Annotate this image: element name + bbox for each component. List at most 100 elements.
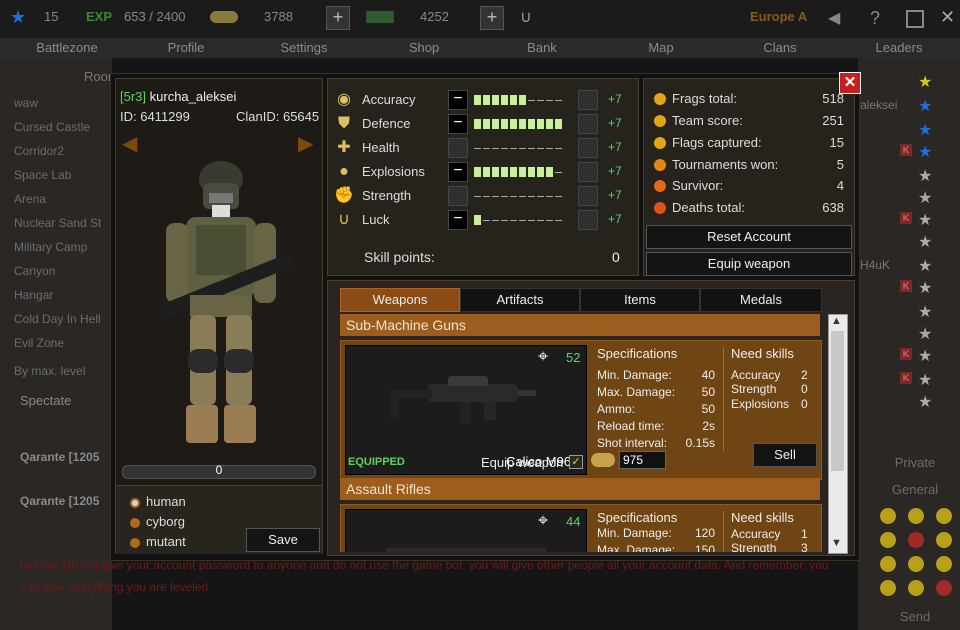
smiley-icon[interactable]: [880, 508, 896, 524]
weapon-card: ⌖ 52 EQUIPPED Calico M960 Specifications: [340, 340, 822, 480]
next-skin-arrow-icon[interactable]: ▶: [298, 131, 313, 156]
profile-modal: [5r3] kurcha_aleksei ID: 6411299 ClanID:…: [110, 72, 861, 561]
general-chat-tab[interactable]: General: [872, 482, 958, 497]
map-item[interactable]: Canyon: [14, 264, 55, 278]
save-button[interactable]: Save: [246, 528, 320, 552]
smiley-icon[interactable]: [880, 556, 896, 572]
equip-checkbox[interactable]: ✓: [569, 455, 583, 469]
close-button[interactable]: ✕: [839, 72, 861, 94]
smiley-icon[interactable]: [908, 532, 924, 548]
character-panel: [5r3] kurcha_aleksei ID: 6411299 ClanID:…: [115, 78, 323, 554]
star-icon: ★: [918, 144, 933, 161]
map-item[interactable]: Cursed Castle: [14, 120, 90, 134]
smiley-icon[interactable]: [880, 532, 896, 548]
tab-artifacts[interactable]: Artifacts: [460, 288, 580, 312]
scroll-thumb[interactable]: [831, 331, 844, 471]
smiley-icon[interactable]: [908, 580, 924, 596]
scroll-down-icon[interactable]: ▼: [831, 537, 842, 549]
sort-label[interactable]: By max. level: [14, 364, 85, 378]
race-label-cyborg[interactable]: cyborg: [146, 514, 185, 529]
fullscreen-icon[interactable]: [906, 10, 924, 28]
sound-icon[interactable]: ◀: [828, 8, 840, 28]
map-item[interactable]: Cold Day In Hell: [14, 312, 101, 326]
need-value: 0: [801, 397, 808, 411]
race-radio-mutant[interactable]: [130, 538, 140, 548]
map-item[interactable]: Nuclear Sand St: [14, 216, 101, 230]
map-item[interactable]: Hangar: [14, 288, 53, 302]
skill-decrease-button[interactable]: −: [448, 162, 468, 182]
race-radio-human[interactable]: [130, 498, 140, 508]
prev-skin-arrow-icon[interactable]: ◀: [122, 131, 137, 156]
nav-shop[interactable]: Shop: [369, 40, 479, 55]
weapon-card: ⌖ 44 Specifications Min. Damage: 120 Max…: [340, 504, 822, 552]
help-icon[interactable]: ?: [870, 8, 880, 29]
race-label-mutant[interactable]: mutant: [146, 534, 186, 549]
skill-decrease-button[interactable]: −: [448, 210, 468, 230]
nav-map[interactable]: Map: [606, 40, 716, 55]
map-item[interactable]: Arena: [14, 192, 46, 206]
reset-account-button[interactable]: Reset Account: [646, 225, 852, 249]
private-chat-tab[interactable]: Private: [872, 455, 958, 470]
skills-panel: ◉ Accuracy − +7 ⛊ Defence − +7 ✚ Health: [327, 78, 639, 276]
star-icon: ★: [918, 258, 933, 275]
map-item[interactable]: Space Lab: [14, 168, 71, 182]
add-coins-button[interactable]: +: [326, 6, 350, 30]
coin-icon: [654, 159, 666, 171]
clan-id: ClanID: 65645: [236, 109, 320, 124]
clan-badge-icon: K: [900, 280, 912, 292]
coins-value: 3788: [264, 9, 293, 24]
send-button[interactable]: Send: [872, 609, 958, 624]
scroll-up-icon[interactable]: ▲: [831, 315, 842, 327]
tab-items[interactable]: Items: [580, 288, 700, 312]
smiley-icon[interactable]: [936, 532, 952, 548]
map-item[interactable]: Evil Zone: [14, 336, 64, 350]
skill-increase-button[interactable]: [578, 210, 598, 230]
star-icon: ★: [918, 168, 933, 185]
sell-button[interactable]: Sell: [753, 443, 817, 467]
map-item[interactable]: Military Camp: [14, 240, 87, 254]
nav-settings[interactable]: Settings: [249, 40, 359, 55]
nav-leaders[interactable]: Leaders: [844, 40, 954, 55]
smiley-icon[interactable]: [908, 508, 924, 524]
smiley-icon[interactable]: [936, 580, 952, 596]
map-item[interactable]: Corridor2: [14, 144, 64, 158]
skill-increase-button[interactable]: [578, 114, 598, 134]
smiley-icon[interactable]: [880, 580, 896, 596]
nav-battlezone[interactable]: Battlezone: [12, 40, 122, 55]
main-nav: Battlezone Profile Settings Shop Bank Ma…: [0, 38, 960, 58]
star-icon: ★: [918, 122, 933, 139]
smiley-icon[interactable]: [908, 556, 924, 572]
tab-medals[interactable]: Medals: [700, 288, 822, 312]
skill-decrease-button[interactable]: [448, 138, 468, 158]
nav-clans[interactable]: Clans: [725, 40, 835, 55]
inventory-scrollbar[interactable]: ▲ ▼: [828, 314, 848, 554]
race-radio-cyborg[interactable]: [130, 518, 140, 528]
skill-increase-button[interactable]: [578, 186, 598, 206]
nav-bank[interactable]: Bank: [487, 40, 597, 55]
nav-profile[interactable]: Profile: [131, 40, 241, 55]
weapon-image-frame[interactable]: ⌖ 44: [345, 509, 587, 552]
spectate-button[interactable]: Spectate: [20, 393, 71, 408]
star-icon: ★: [918, 74, 933, 91]
equip-weapon-button[interactable]: Equip weapon: [646, 252, 852, 276]
race-label-human[interactable]: human: [146, 494, 186, 509]
skill-decrease-button[interactable]: −: [448, 114, 468, 134]
skill-increase-button[interactable]: [578, 90, 598, 110]
exit-icon[interactable]: ✕: [940, 7, 955, 28]
server-name[interactable]: Europe A: [750, 9, 807, 24]
clan-tag: [5r3]: [120, 89, 147, 104]
add-cash-button[interactable]: +: [480, 6, 504, 30]
star-icon: ★: [918, 212, 933, 229]
skill-decrease-button[interactable]: −: [448, 90, 468, 110]
smiley-icon[interactable]: [936, 556, 952, 572]
tab-weapons[interactable]: Weapons: [340, 288, 460, 312]
star-icon: ★: [918, 372, 933, 389]
skill-decrease-button[interactable]: [448, 186, 468, 206]
skill-increase-button[interactable]: [578, 138, 598, 158]
need-skills-title: Need skills: [731, 510, 794, 525]
skill-increase-button[interactable]: [578, 162, 598, 182]
magnet-icon[interactable]: ∪: [520, 7, 532, 27]
map-item[interactable]: waw: [14, 96, 38, 110]
equip-weapon-label[interactable]: Equip weapon: [481, 455, 563, 470]
smiley-icon[interactable]: [936, 508, 952, 524]
